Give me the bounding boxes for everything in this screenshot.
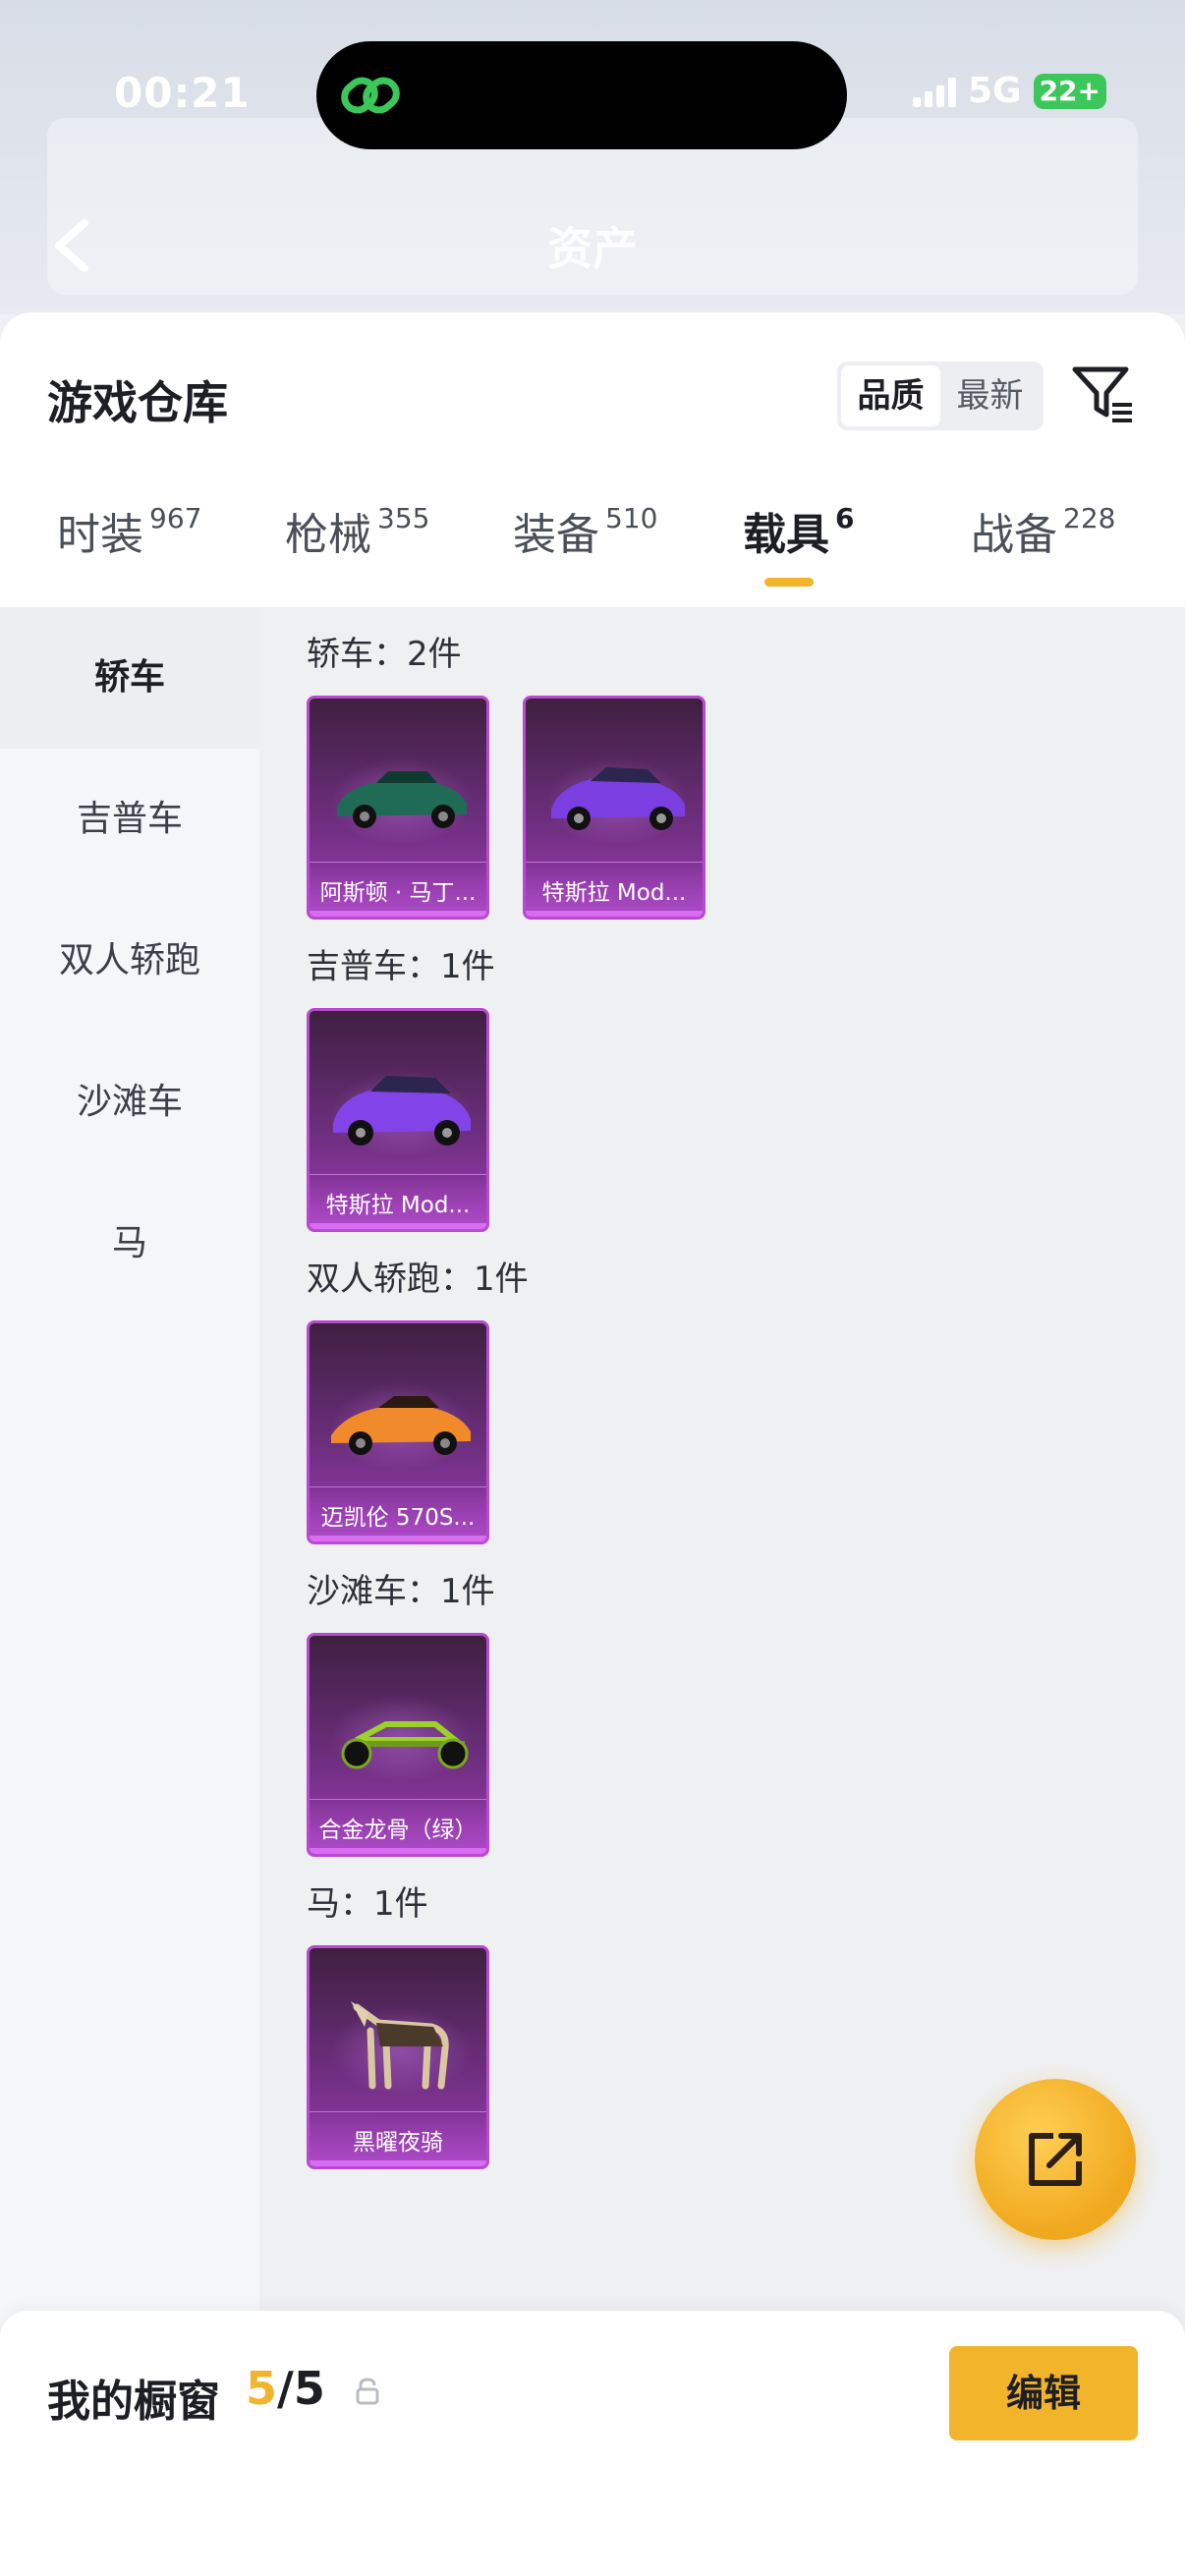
active-tab-indicator (764, 578, 814, 587)
showcase-label: 我的橱窗 (47, 2377, 220, 2427)
edit-button[interactable]: 编辑 (949, 2346, 1138, 2440)
category-sedan[interactable]: 轿车 (0, 607, 259, 749)
tab-label: 装备 (513, 510, 599, 560)
vehicle-name: 特斯拉 Mod... (541, 880, 687, 906)
purple-suv-icon (333, 1076, 471, 1146)
status-time: 00:21 (114, 69, 251, 117)
category-jeep[interactable]: 吉普车 (0, 749, 259, 890)
section-title-coupe: 双人轿跑：1件 (307, 1260, 529, 1299)
link-icon (341, 77, 400, 114)
showcase-bar: 我的橱窗 5/5 编辑 (0, 2311, 1185, 2576)
vehicle-name: 阿斯顿 · 马丁... (319, 880, 477, 906)
tab-label: 载具 (743, 510, 829, 560)
page-header: 资产 (39, 201, 1146, 290)
green-buggy-icon (341, 1721, 469, 1769)
tab-fashion[interactable]: 时装 967 (57, 499, 201, 607)
category-horse[interactable]: 马 (0, 1173, 259, 1315)
warehouse-sheet: 游戏仓库 品质 最新 时装 967 枪械 355 装备 510 载具 6 战备 228 轿… (0, 312, 1185, 2576)
network-label: 5G (967, 71, 1022, 111)
vehicle-card[interactable]: 合金龙骨（绿） (307, 1633, 489, 1857)
showcase-count: 5/5 (246, 2362, 325, 2415)
vehicle-card[interactable]: 特斯拉 Mod... (307, 1008, 489, 1232)
status-indicators: 5G 22+ (912, 71, 1106, 111)
sort-toggle: 品质 最新 (837, 362, 1044, 430)
section-title-horse: 马：1件 (307, 1884, 428, 1924)
dynamic-island (316, 41, 847, 149)
vehicle-card[interactable]: 黑曜夜骑 (307, 1945, 489, 2169)
tab-label: 枪械 (285, 510, 371, 560)
tab-label: 时装 (57, 510, 143, 560)
sort-option-quality[interactable]: 品质 (841, 365, 940, 426)
vehicle-name: 合金龙骨（绿） (318, 1818, 478, 1843)
section-title-sedan: 轿车：2件 (307, 635, 462, 674)
sort-option-latest[interactable]: 最新 (940, 365, 1040, 426)
vehicle-name: 迈凯伦 570S... (320, 1505, 476, 1531)
tab-guns[interactable]: 枪械 355 (285, 499, 429, 607)
vehicle-name: 特斯拉 Mod... (325, 1193, 471, 1218)
filter-icon[interactable] (1069, 360, 1138, 428)
tab-vehicles[interactable]: 载具 6 (743, 499, 854, 607)
signal-icon (912, 76, 956, 107)
vehicle-card[interactable]: 特斯拉 Mod... (523, 696, 705, 920)
vehicle-name: 黑曜夜骑 (353, 2130, 443, 2156)
section-title-jeep: 吉普车：1件 (307, 947, 495, 986)
tab-count: 228 (1063, 502, 1116, 534)
armored-horse-icon (351, 2001, 449, 2090)
category-tabs: 时装 967 枪械 355 装备 510 载具 6 战备 228 (0, 499, 1185, 607)
vehicle-category-list: 轿车 吉普车 双人轿跑 沙滩车 马 (0, 607, 259, 2576)
vehicle-grid: 轿车：2件 阿斯顿 · 马丁... 特斯拉 Mod... 吉普车：1件 特斯拉 … (259, 607, 1185, 2576)
lock-icon (356, 2378, 379, 2405)
section-title-buggy: 沙滩车：1件 (307, 1572, 495, 1611)
tab-label: 战备 (971, 510, 1057, 560)
category-coupe[interactable]: 双人轿跑 (0, 890, 259, 1032)
battery-icon: 22+ (1033, 73, 1106, 109)
green-car-icon (337, 771, 467, 828)
tab-count: 510 (605, 502, 658, 534)
warehouse-title: 游戏仓库 (47, 376, 228, 429)
orange-coupe-icon (331, 1396, 471, 1455)
header-title: 资产 (547, 222, 638, 275)
purple-sedan-icon (551, 767, 685, 830)
tab-equipment[interactable]: 装备 510 (513, 499, 657, 607)
vehicle-card[interactable]: 迈凯伦 570S... (307, 1320, 489, 1544)
showcase-total: /5 (277, 2362, 325, 2415)
showcase-current: 5 (246, 2362, 278, 2415)
tab-supplies[interactable]: 战备 228 (971, 499, 1115, 607)
share-icon (1029, 2133, 1082, 2186)
tab-count: 6 (835, 502, 855, 534)
category-buggy[interactable]: 沙滩车 (0, 1032, 259, 1173)
share-button[interactable] (975, 2079, 1136, 2240)
tab-count: 355 (377, 502, 430, 534)
tab-count: 967 (149, 502, 202, 534)
vehicle-card[interactable]: 阿斯顿 · 马丁... (307, 696, 489, 920)
